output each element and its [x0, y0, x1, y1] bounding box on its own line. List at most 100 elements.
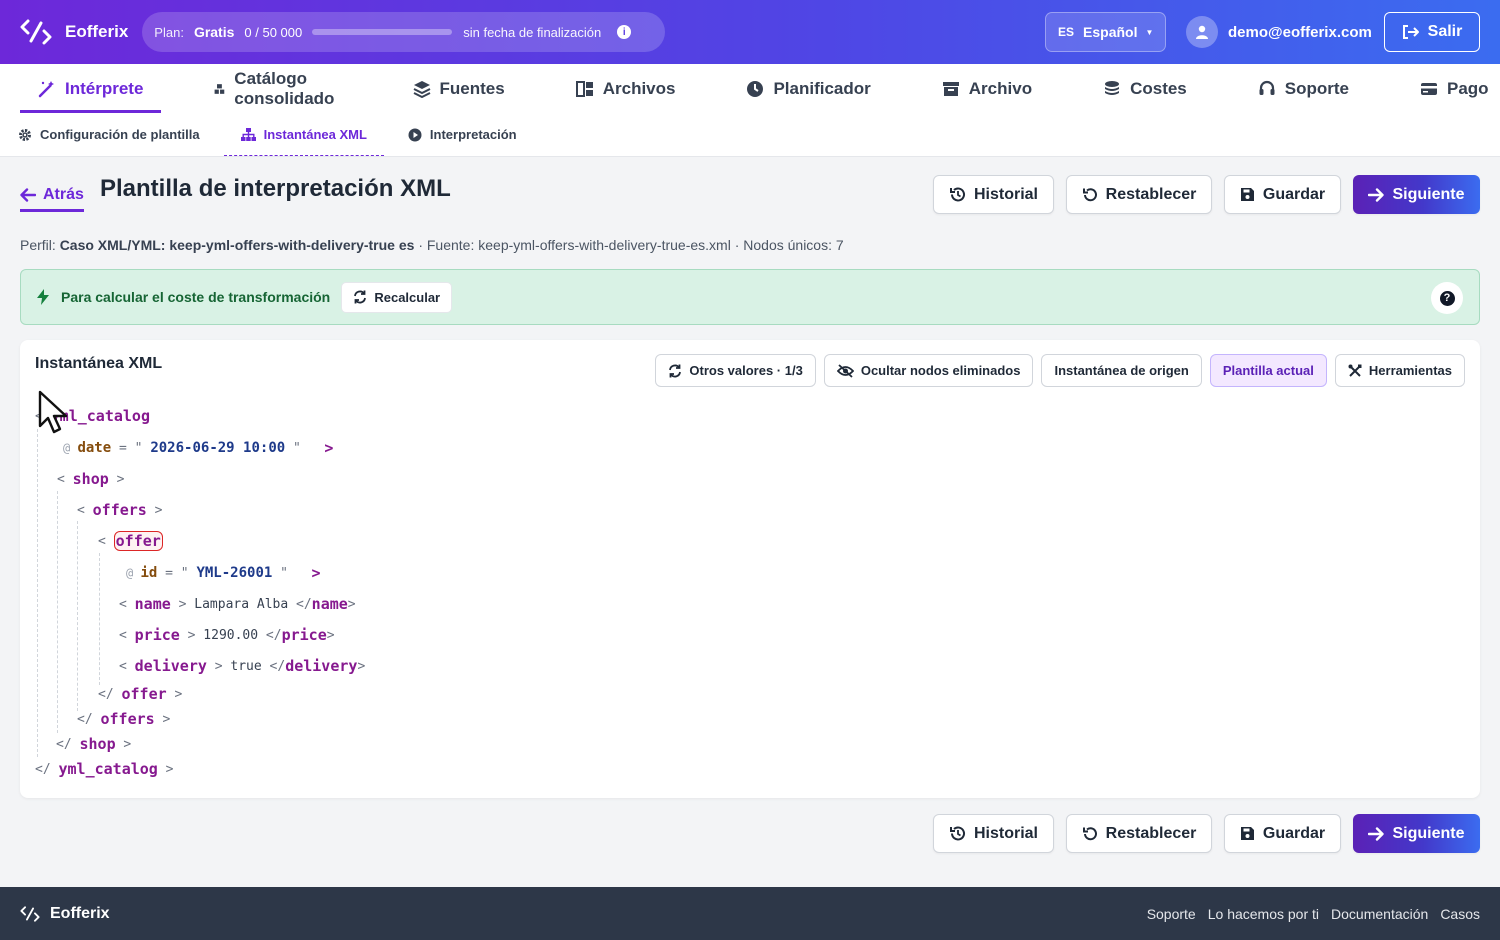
- next-button[interactable]: Siguiente: [1353, 175, 1480, 214]
- bottom-actions: Historial Restablecer Guardar Siguiente: [921, 814, 1480, 853]
- history-label: Historial: [973, 824, 1038, 842]
- sub-nav: Configuración de plantilla Instantánea X…: [0, 113, 1500, 157]
- xml-node-shop-close[interactable]: </ shop >: [56, 733, 131, 755]
- tab-label: Interpretación: [429, 127, 517, 142]
- tab-interpretacion[interactable]: Interpretación: [408, 113, 517, 156]
- xml-tag-name: offers: [92, 501, 147, 519]
- nav-item-catalogo[interactable]: Catálogo consolidado: [196, 64, 359, 113]
- tab-label: Instantánea XML: [263, 127, 367, 142]
- help-button[interactable]: ?: [1431, 282, 1463, 314]
- plan-usage-count: 0 / 50 000: [244, 24, 303, 40]
- xml-attribute-id[interactable]: @ id = " YML-26001 " >: [126, 562, 320, 584]
- language-code: ES: [1058, 25, 1075, 39]
- profile-label: Perfil:: [20, 237, 56, 253]
- footer: Eofferix Soporte Lo hacemos por ti Docum…: [0, 887, 1500, 940]
- footer-links: Soporte Lo hacemos por ti Documentación …: [1135, 906, 1480, 922]
- logout-icon: [1402, 25, 1419, 39]
- refresh-icon: [354, 290, 367, 304]
- logo-icon: [20, 905, 40, 922]
- xml-node-shop-open[interactable]: < shop >: [57, 468, 124, 490]
- tab-configuracion-plantilla[interactable]: Configuración de plantilla: [18, 113, 200, 156]
- credit-card-icon: [1421, 82, 1437, 95]
- tab-instantanea-xml[interactable]: Instantánea XML: [223, 113, 385, 156]
- nav-item-archivo[interactable]: Archivo: [924, 64, 1050, 113]
- footer-link-casos[interactable]: Casos: [1440, 906, 1480, 922]
- xml-tag-name-highlighted: offer: [113, 531, 163, 551]
- cubes-icon: [215, 83, 225, 94]
- nav-label: Archivo: [968, 78, 1033, 98]
- sitemap-icon: [240, 127, 256, 141]
- xml-text-value: Lampara Alba: [194, 596, 289, 612]
- xml-node-delivery[interactable]: < delivery > true </delivery >: [119, 655, 365, 677]
- gear-icon: [19, 128, 31, 141]
- tree-guide: [57, 491, 58, 733]
- page-title: Plantilla de interpretación XML: [100, 175, 451, 202]
- user-menu[interactable]: demo@eofferix.com: [1186, 16, 1372, 48]
- xml-node-offers-open[interactable]: < offers >: [77, 499, 163, 521]
- nav-item-soporte[interactable]: Soporte: [1240, 64, 1367, 113]
- arrow-left-icon: [20, 188, 36, 202]
- brand[interactable]: Eofferix: [20, 19, 128, 45]
- save-button[interactable]: Guardar: [1224, 814, 1341, 853]
- xml-node-root-close[interactable]: </ yml_catalog >: [35, 758, 173, 780]
- footer-link-soporte[interactable]: Soporte: [1147, 906, 1196, 922]
- xml-attribute-date[interactable]: @ date = " 2026-06-29 10:00 " >: [63, 437, 333, 459]
- back-link[interactable]: Atrás: [20, 178, 84, 212]
- plan-pill[interactable]: Plan: Gratis 0 / 50 000 sin fecha de fin…: [142, 12, 666, 52]
- reset-label: Restablecer: [1105, 185, 1197, 203]
- xml-snapshot-panel: Instantánea XML Otros valores · 1/3 Ocul…: [20, 340, 1480, 798]
- nav-label: Costes: [1130, 78, 1187, 98]
- xml-tree: < yml_catalog @ date = " 2026-06-29 10:0…: [20, 340, 1480, 798]
- nav-label: Intérprete: [65, 78, 144, 98]
- xml-node-offer-open[interactable]: < offer: [98, 530, 163, 552]
- profile-source-info: · Fuente: keep-yml-offers-with-delivery-…: [414, 237, 844, 253]
- footer-brand[interactable]: Eofferix: [20, 905, 110, 923]
- xml-tag-name: price: [134, 626, 180, 644]
- next-label: Siguiente: [1392, 185, 1465, 203]
- info-icon[interactable]: i: [617, 25, 632, 39]
- language-name: Español: [1083, 24, 1138, 40]
- play-circle-icon: [408, 128, 422, 141]
- nav-item-pago[interactable]: Pago: [1402, 64, 1500, 113]
- user-avatar-icon: [1186, 16, 1218, 48]
- next-button[interactable]: Siguiente: [1353, 814, 1480, 853]
- files-icon: [575, 80, 593, 97]
- nav-item-planificador[interactable]: Planificador: [728, 64, 888, 113]
- tree-guide: [77, 521, 78, 711]
- clock-icon: [747, 80, 764, 97]
- xml-tag-name: name: [134, 595, 171, 613]
- footer-link-documentacion[interactable]: Documentación: [1331, 906, 1428, 922]
- nav-item-costes[interactable]: Costes: [1085, 64, 1205, 113]
- profile-value: Caso XML/YML: keep-yml-offers-with-deliv…: [59, 237, 415, 253]
- undo-icon: [1082, 826, 1097, 840]
- nav-label: Catálogo consolidado: [234, 68, 335, 108]
- xml-tag-name: shop: [72, 470, 109, 488]
- recalculate-label: Recalcular: [374, 289, 441, 305]
- reset-button[interactable]: Restablecer: [1066, 814, 1212, 853]
- reset-label: Restablecer: [1105, 824, 1197, 842]
- logout-button[interactable]: Salir: [1384, 12, 1480, 52]
- save-label: Guardar: [1262, 824, 1326, 842]
- cost-banner-text: Para calcular el coste de transformación: [61, 289, 331, 305]
- user-email: demo@eofferix.com: [1228, 23, 1372, 41]
- reset-button[interactable]: Restablecer: [1066, 175, 1212, 214]
- nav-item-archivos[interactable]: Archivos: [558, 64, 694, 113]
- history-button[interactable]: Historial: [933, 175, 1054, 214]
- xml-node-offer-close[interactable]: </ offer >: [98, 683, 182, 705]
- nav-item-fuentes[interactable]: Fuentes: [395, 64, 523, 113]
- xml-node-price[interactable]: < price > 1290.00 </price >: [119, 624, 335, 646]
- headset-icon: [1259, 80, 1275, 95]
- history-button[interactable]: Historial: [933, 814, 1054, 853]
- plan-usage-bar: [312, 29, 453, 35]
- profile-info: Perfil: Caso XML/YML: keep-yml-offers-wi…: [20, 237, 844, 253]
- nav-item-interprete[interactable]: Intérprete: [20, 64, 162, 113]
- xml-node-name[interactable]: < name > Lampara Alba </name >: [119, 593, 356, 615]
- logo-icon: [20, 19, 52, 45]
- recalculate-button[interactable]: Recalcular: [341, 281, 453, 313]
- xml-node-offers-close[interactable]: </ offers >: [77, 708, 170, 730]
- xml-attr-value: YML-26001: [196, 565, 273, 581]
- footer-link-lo-hacemos[interactable]: Lo hacemos por ti: [1208, 906, 1319, 922]
- xml-text-value: true: [230, 658, 262, 674]
- language-selector[interactable]: ES Español ▼: [1045, 12, 1166, 52]
- save-button[interactable]: Guardar: [1224, 175, 1341, 214]
